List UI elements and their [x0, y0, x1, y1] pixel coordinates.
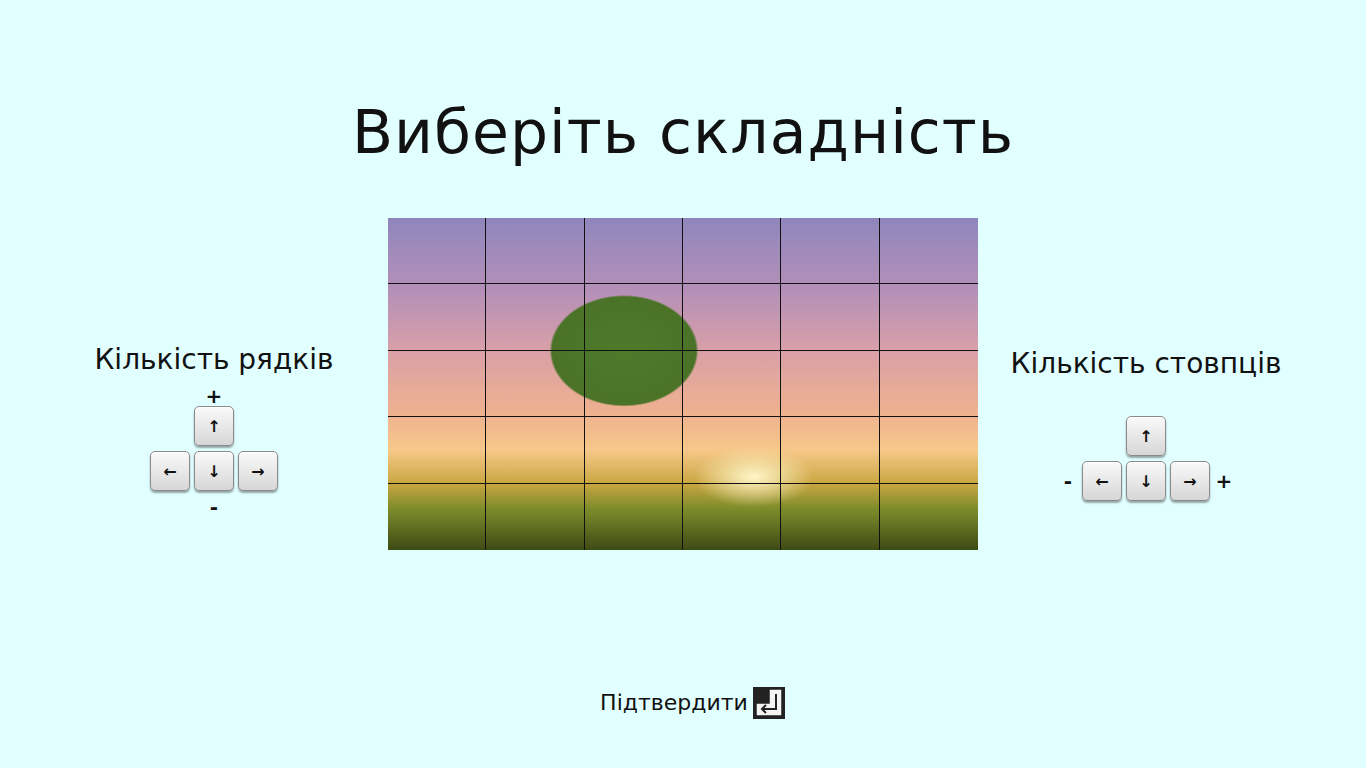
confirm-button[interactable]: Підтвердити	[580, 686, 786, 720]
columns-minus-hint: -	[1058, 469, 1078, 493]
rows-keys: ↑←↓→	[150, 406, 278, 491]
grid-cell	[781, 218, 879, 284]
grid-cell	[880, 351, 978, 417]
right-key[interactable]: →	[1170, 461, 1210, 501]
grid-cell	[486, 218, 584, 284]
grid-cell	[880, 284, 978, 350]
rows-minus-hint: -	[210, 497, 218, 517]
grid-cell	[781, 417, 879, 483]
rows-plus-hint: +	[206, 386, 223, 406]
grid-cell	[781, 351, 879, 417]
grid-cell	[486, 417, 584, 483]
grid-cell	[880, 484, 978, 550]
grid-cell	[880, 417, 978, 483]
columns-control: Кількість стовпців ↑ -←↓→+	[978, 218, 1366, 550]
grid-cell	[585, 417, 683, 483]
columns-keys: ↑ -←↓→+	[1058, 416, 1234, 501]
grid-cell	[585, 351, 683, 417]
up-key[interactable]: ↑	[1126, 416, 1166, 456]
confirm-label: Підтвердити	[600, 688, 748, 718]
grid-cell	[585, 218, 683, 284]
grid-cell	[683, 218, 781, 284]
grid-cell	[388, 218, 486, 284]
up-key[interactable]: ↑	[194, 406, 234, 446]
grid-cell	[486, 284, 584, 350]
grid-cell	[781, 484, 879, 550]
preview-grid	[388, 218, 978, 550]
grid-cell	[388, 417, 486, 483]
left-key[interactable]: ←	[150, 451, 190, 491]
grid-cell	[486, 484, 584, 550]
grid-cell	[683, 284, 781, 350]
down-key[interactable]: ↓	[1126, 461, 1166, 501]
down-key[interactable]: ↓	[194, 451, 234, 491]
enter-key-icon	[752, 686, 786, 720]
grid-cell	[781, 284, 879, 350]
rows-label: Кількість рядків	[94, 342, 333, 378]
grid-cell	[683, 417, 781, 483]
grid-cell	[880, 218, 978, 284]
grid-cell	[388, 484, 486, 550]
puzzle-preview	[388, 218, 978, 550]
columns-plus-hint: +	[1214, 469, 1234, 493]
grid-cell	[585, 284, 683, 350]
difficulty-screen: Виберіть складністьКількість рядків+↑←↓→…	[0, 0, 1366, 768]
columns-label: Кількість стовпців	[1011, 346, 1282, 382]
screen-title: Виберіть складність	[352, 92, 1014, 172]
grid-cell	[683, 351, 781, 417]
rows-control: Кількість рядків+↑←↓→-	[0, 218, 388, 550]
grid-cell	[486, 351, 584, 417]
grid-cell	[388, 351, 486, 417]
main-row: Кількість рядків+↑←↓→-Кількість стовпців…	[0, 218, 1366, 550]
left-key[interactable]: ←	[1082, 461, 1122, 501]
preview-photo	[388, 218, 978, 550]
grid-cell	[388, 284, 486, 350]
grid-cell	[683, 484, 781, 550]
right-key[interactable]: →	[238, 451, 278, 491]
grid-cell	[585, 484, 683, 550]
